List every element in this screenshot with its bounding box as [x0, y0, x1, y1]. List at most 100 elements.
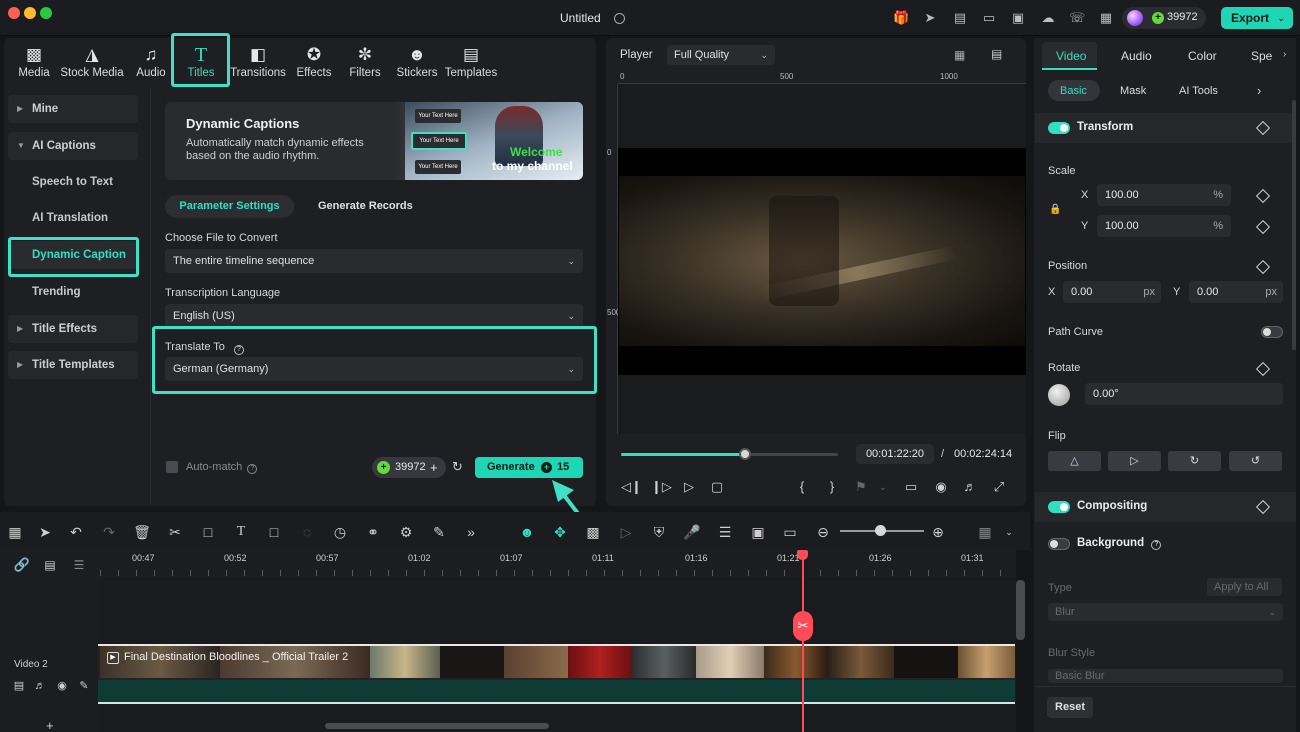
zoom-window-button[interactable] [40, 7, 52, 19]
scrubber-handle[interactable] [738, 448, 751, 460]
playhead[interactable] [802, 552, 804, 732]
subtab-mask[interactable]: Mask [1120, 85, 1146, 97]
shape-rectangle-icon[interactable]: □ [265, 523, 283, 541]
credit-balance-chip[interactable]: + 39972 + [372, 457, 446, 478]
tab-templates[interactable]: ▤ Templates [442, 40, 500, 86]
scale-y-input[interactable]: 100.00 % [1097, 215, 1231, 237]
path-curve-toggle[interactable] [1261, 326, 1283, 338]
chevron-down-icon[interactable]: ⌄ [875, 479, 891, 495]
rotate-clockwise-icon[interactable]: ↻ [1168, 451, 1221, 471]
add-track-plus-icon[interactable]: + [46, 718, 54, 732]
split-scissors-icon[interactable]: ✂ [793, 611, 813, 641]
reset-button[interactable]: Reset [1047, 697, 1093, 718]
sidebar-item-speech-to-text[interactable]: Speech to Text [8, 168, 138, 196]
tab-stickers[interactable]: ☻ Stickers [390, 40, 444, 86]
timeline-horizontal-scrollbar[interactable] [325, 723, 549, 729]
chevron-down-icon[interactable]: ⌄ [1000, 523, 1018, 541]
zoom-out-icon[interactable]: ⊖ [814, 523, 832, 541]
help-icon[interactable]: ? [1151, 540, 1162, 550]
track-manager-icon[interactable]: ☰ [70, 556, 88, 574]
subtab-ai-tools[interactable]: AI Tools [1179, 85, 1218, 97]
current-time[interactable]: 00:01:22:20 [856, 444, 934, 464]
export-button[interactable]: Export ⌄ [1221, 7, 1293, 29]
lock-ratio-icon[interactable]: 🔒 [1049, 204, 1061, 215]
redo-icon[interactable]: ↷ [100, 523, 118, 541]
close-window-button[interactable] [8, 7, 20, 19]
apply-to-all-button[interactable]: Apply to All [1207, 578, 1282, 596]
visibility-eye-icon[interactable]: ◉ [53, 677, 71, 695]
sidebar-item-trending[interactable]: Trending [8, 278, 138, 306]
tab-effects[interactable]: ✪ Effects [287, 40, 341, 86]
mark-out-icon[interactable]: } [824, 479, 840, 495]
mute-speaker-icon[interactable]: ♬ [31, 677, 49, 695]
undo-icon[interactable]: ↶ [67, 523, 85, 541]
position-x-input[interactable]: 0.00 px [1063, 281, 1161, 303]
file-select[interactable]: The entire timeline sequence ⌄ [165, 249, 583, 273]
tab-media[interactable]: ▩ Media [6, 40, 62, 86]
ai-assistant-icon[interactable]: ☻ [518, 523, 536, 541]
timeline-vertical-scrollbar[interactable] [1016, 580, 1025, 640]
edit-image-icon[interactable]: ✎ [430, 523, 448, 541]
transform-toggle[interactable] [1048, 122, 1070, 134]
track-layout-icon[interactable]: ▦ [976, 523, 994, 541]
multi-clip-icon[interactable]: ▣ [749, 523, 767, 541]
audio-mixer-icon[interactable]: ☰ [716, 523, 734, 541]
camera-snapshot-icon[interactable]: ◉ [933, 479, 949, 495]
inspector-scrollbar[interactable] [1292, 100, 1296, 350]
cloud-upload-icon[interactable]: ☁ [1040, 10, 1056, 26]
feedback-icon[interactable]: ▤ [952, 10, 968, 26]
tab-audio-inspector[interactable]: Audio [1121, 49, 1152, 63]
flip-vertical-icon[interactable]: ▷ [1108, 451, 1161, 471]
link-icon[interactable]: 🔗 [13, 556, 31, 574]
text-tool-icon[interactable]: T [232, 523, 250, 541]
scale-x-input[interactable]: 100.00 % [1097, 184, 1231, 206]
send-icon[interactable]: ➤ [922, 10, 938, 26]
auto-match-checkbox[interactable] [166, 461, 178, 473]
quality-select[interactable]: Full Quality ⌄ [667, 45, 775, 65]
sidebar-item-mine[interactable]: ▶ Mine [8, 95, 138, 123]
shield-icon[interactable]: ⛨ [650, 523, 668, 541]
minimize-window-button[interactable] [24, 7, 36, 19]
microphone-icon[interactable]: 🎤 [683, 523, 701, 541]
previous-frame-icon[interactable]: ◁❙ [621, 479, 642, 495]
save-icon[interactable]: ▣ [1010, 10, 1026, 26]
fit-timeline-icon[interactable]: ▭ [781, 523, 799, 541]
next-frame-icon[interactable]: ❙▷ [651, 479, 672, 495]
sidebar-item-ai-captions[interactable]: ▼ AI Captions [8, 132, 138, 160]
flip-horizontal-icon[interactable]: △ [1048, 451, 1101, 471]
speed-timer-icon[interactable]: ◷ [331, 523, 349, 541]
more-tools-icon[interactable]: » [462, 523, 480, 541]
refresh-icon[interactable]: ↻ [452, 460, 466, 474]
chevron-right-icon[interactable]: › [1257, 83, 1261, 98]
auto-reframe-icon[interactable]: ▩ [584, 523, 602, 541]
help-icon[interactable]: ? [247, 464, 258, 474]
track-settings-icon[interactable]: ✎ [75, 677, 93, 695]
delete-trash-icon[interactable]: 🗑 [133, 523, 151, 541]
playhead-handle[interactable] [797, 550, 808, 560]
gift-icon[interactable]: 🎁 [893, 10, 909, 26]
tab-color[interactable]: Color [1188, 49, 1217, 63]
audio-waveform-track[interactable] [98, 680, 1015, 704]
split-scissors-icon[interactable]: ✂ [166, 523, 184, 541]
stop-icon[interactable]: ▢ [709, 479, 725, 495]
layout-grid-icon[interactable]: ▦ [6, 523, 24, 541]
transcription-language-select[interactable]: English (US) ⌄ [165, 304, 583, 328]
subtab-basic[interactable]: Basic [1060, 85, 1087, 97]
sidebar-item-title-templates[interactable]: ▶ Title Templates [8, 351, 138, 379]
volume-icon[interactable]: ♬ [962, 479, 978, 495]
select-pointer-icon[interactable]: ➤ [36, 523, 54, 541]
snap-magnet-icon[interactable]: ✥ [551, 523, 569, 541]
mark-in-icon[interactable]: { [794, 479, 810, 495]
fullscreen-icon[interactable]: ⤢ [991, 479, 1007, 495]
background-toggle[interactable] [1048, 538, 1070, 550]
zoom-in-icon[interactable]: ⊕ [929, 523, 947, 541]
ai-tool-icon[interactable]: ⚙ [397, 523, 415, 541]
rotate-input[interactable]: 0.00° [1085, 383, 1283, 405]
position-y-input[interactable]: 0.00 px [1189, 281, 1283, 303]
monitor-icon[interactable]: ▭ [981, 10, 997, 26]
grid-apps-icon[interactable]: ▦ [1098, 10, 1114, 26]
tab-filters[interactable]: ✼ Filters [338, 40, 392, 86]
video-preview-frame[interactable] [619, 176, 1025, 346]
marker-flag-icon[interactable]: ⚑ [853, 479, 869, 495]
tab-parameter-settings[interactable]: Parameter Settings [165, 195, 294, 218]
